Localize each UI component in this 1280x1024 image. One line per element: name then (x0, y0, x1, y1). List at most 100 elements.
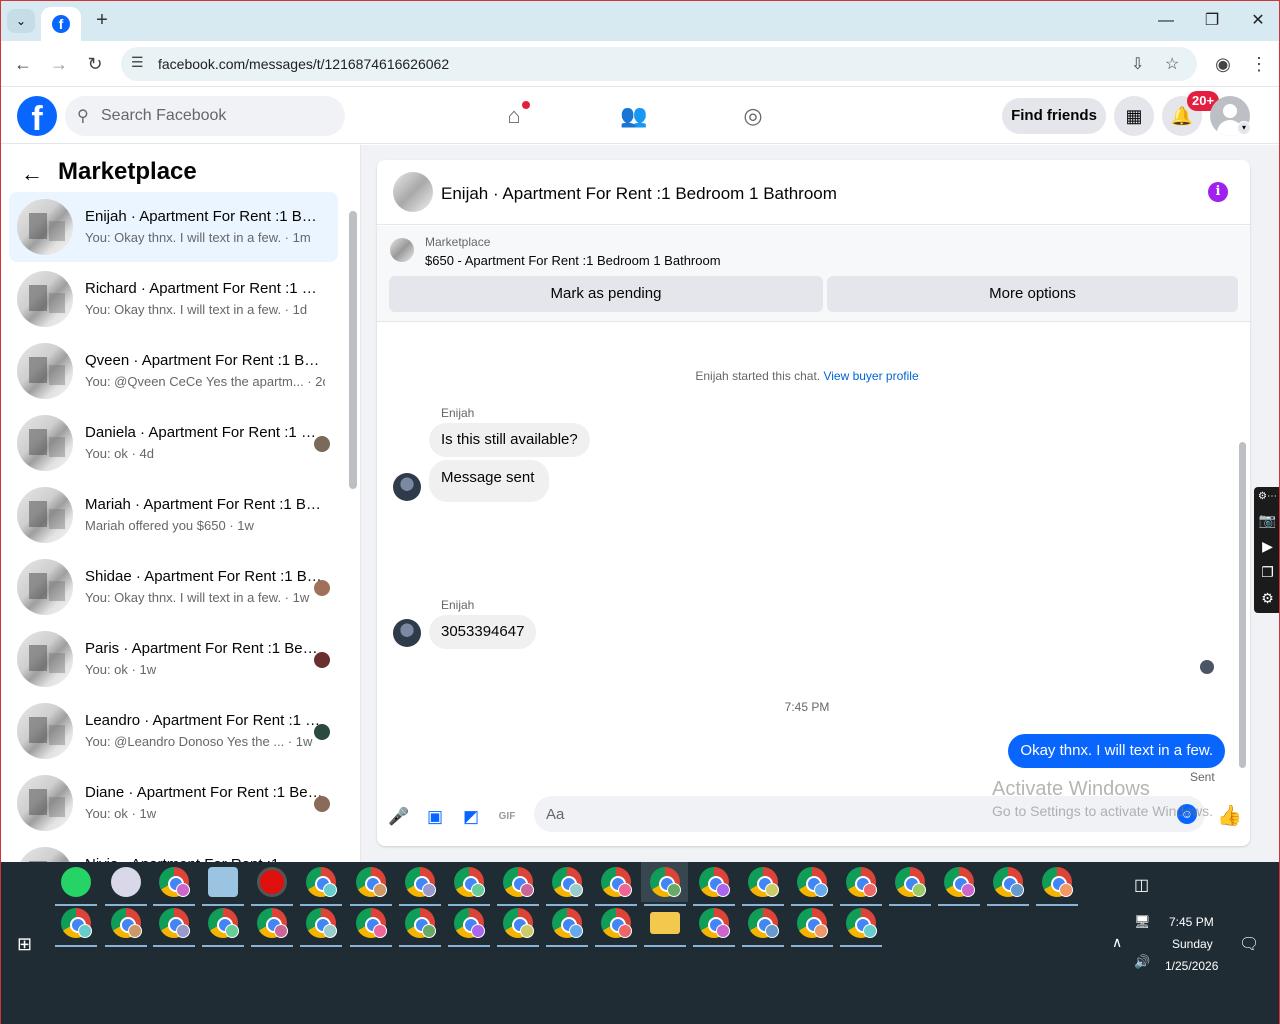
network-icon[interactable]: 🖥 (1134, 914, 1151, 930)
microphone-icon[interactable]: 🎤 (388, 806, 410, 828)
tray-chevron-up-icon[interactable]: ∧ (1112, 934, 1122, 951)
menu-kebab-icon[interactable]: ⋮ (1246, 51, 1272, 77)
camera-icon[interactable]: 📷 (1254, 507, 1279, 533)
tab-search-chevron-icon[interactable]: ⌄ (7, 9, 35, 33)
file-explorer-icon[interactable] (650, 912, 680, 934)
emoji-icon[interactable]: ☺ (1177, 804, 1197, 824)
chrome-taskbar-icon[interactable] (552, 867, 583, 897)
view-buyer-profile-link[interactable]: View buyer profile (823, 369, 918, 383)
chrome-taskbar-icon[interactable] (208, 908, 239, 938)
capture-settings-small-icon[interactable]: ⚙⋯ (1254, 487, 1279, 507)
chrome-taskbar-icon[interactable] (306, 867, 337, 897)
message-bubble[interactable]: Is this still available? (429, 423, 590, 457)
groups-icon[interactable]: ◎ (737, 100, 769, 132)
chrome-taskbar-icon[interactable] (306, 908, 337, 938)
sticker-icon[interactable]: ◩ (460, 806, 482, 828)
restore-button[interactable]: ❐ (1189, 7, 1235, 35)
whatsapp-icon[interactable] (61, 867, 91, 897)
facebook-logo-icon[interactable]: f (17, 96, 57, 136)
message-input[interactable]: Aa ☺ (534, 796, 1205, 832)
conversation-item[interactable]: Enijah · Apartment For Rent :1 Bedroom 1… (9, 192, 338, 262)
chrome-taskbar-icon[interactable] (356, 867, 387, 897)
forward-icon[interactable]: → (46, 51, 72, 77)
find-friends-button[interactable]: Find friends (1002, 98, 1106, 134)
minimize-button[interactable]: — (1143, 7, 1189, 35)
friends-icon[interactable]: 👥 (618, 100, 650, 132)
conversation-item[interactable]: Richard · Apartment For Rent :1 Bedroom … (9, 264, 338, 334)
chrome-taskbar-icon[interactable] (895, 867, 926, 897)
conversation-item[interactable]: Nivia · Apartment For Rent :1 (9, 840, 338, 862)
menu-grid-icon[interactable]: ▦ (1114, 96, 1154, 136)
site-info-icon[interactable]: ☰ (131, 54, 144, 71)
conversation-item[interactable]: Mariah · Apartment For Rent :1 Bedroom 1… (9, 480, 338, 550)
search-input[interactable]: ⚲ Search Facebook (65, 96, 345, 136)
conversation-item[interactable]: Paris · Apartment For Rent :1 Bedroom 1 … (9, 624, 338, 694)
volume-icon[interactable]: 🔊 (1134, 954, 1150, 970)
more-options-button[interactable]: More options (827, 276, 1238, 312)
chrome-taskbar-icon[interactable] (699, 908, 730, 938)
close-window-button[interactable]: ✕ (1235, 7, 1279, 35)
chrome-taskbar-icon[interactable] (405, 867, 436, 897)
info-icon[interactable]: i (1208, 182, 1228, 202)
conversation-item[interactable]: Shidae · Apartment For Rent :1 Bedroom 1… (9, 552, 338, 622)
chat-title[interactable]: Enijah · Apartment For Rent :1 Bedroom 1… (441, 184, 837, 204)
gear-icon[interactable]: ⚙ (1254, 585, 1279, 611)
chrome-taskbar-icon[interactable] (1042, 867, 1073, 897)
chrome-taskbar-icon[interactable] (993, 867, 1024, 897)
tab-facebook[interactable]: f (41, 7, 81, 41)
chat-scrollbar[interactable] (1239, 442, 1246, 768)
conversation-item[interactable]: Diane · Apartment For Rent :1 Bedroom 1 … (9, 768, 338, 838)
chrome-taskbar-icon[interactable] (699, 867, 730, 897)
chrome-taskbar-icon[interactable] (944, 867, 975, 897)
chevron-down-icon[interactable]: ▾ (1237, 121, 1251, 135)
tray-date[interactable]: 1/25/2026 (1165, 959, 1218, 973)
url-text[interactable]: facebook.com/messages/t/1216874616626062 (158, 56, 449, 72)
back-icon[interactable]: ← (10, 51, 36, 77)
record-icon[interactable] (257, 867, 287, 897)
window-icon[interactable]: ❐ (1254, 559, 1279, 585)
chrome-taskbar-icon[interactable] (601, 908, 632, 938)
chrome-taskbar-icon[interactable] (846, 867, 877, 897)
chrome-taskbar-icon[interactable] (111, 908, 142, 938)
message-bubble[interactable]: 3053394647 (429, 615, 537, 649)
thumbs-up-icon[interactable]: 👍 (1217, 803, 1242, 828)
chrome-taskbar-icon[interactable] (503, 908, 534, 938)
conversation-item[interactable]: Qveen · Apartment For Rent :1 Bedroom 1 … (9, 336, 338, 406)
sidebar-scrollbar[interactable] (349, 211, 357, 489)
video-icon[interactable]: ▶ (1254, 533, 1279, 559)
chrome-taskbar-icon[interactable] (601, 867, 632, 897)
chrome-taskbar-icon[interactable] (405, 908, 436, 938)
install-app-icon[interactable]: ⇩ (1131, 54, 1144, 74)
chrome-taskbar-icon[interactable] (454, 867, 485, 897)
chrome-taskbar-icon[interactable] (797, 908, 828, 938)
chrome-taskbar-icon[interactable] (61, 908, 92, 938)
photo-icon[interactable]: ▣ (424, 806, 446, 828)
tray-meet-icon[interactable]: ◫ (1134, 875, 1149, 895)
chrome-taskbar-icon[interactable] (503, 867, 534, 897)
windows-start-icon[interactable]: ⊞ (17, 934, 32, 955)
chrome-taskbar-icon[interactable] (159, 867, 190, 897)
chrome-taskbar-icon[interactable] (454, 908, 485, 938)
chrome-taskbar-icon[interactable] (356, 908, 387, 938)
chrome-taskbar-icon[interactable] (797, 867, 828, 897)
my-message-bubble[interactable]: Okay thnx. I will text in a few. (1008, 734, 1225, 768)
conversation-item[interactable]: Leandro · Apartment For Rent :1 Bedroom … (9, 696, 338, 766)
tray-day[interactable]: Sunday (1172, 937, 1213, 951)
chrome-taskbar-icon[interactable] (748, 908, 779, 938)
gif-icon[interactable]: GIF (496, 806, 518, 828)
paint-app-icon[interactable] (111, 867, 141, 897)
mark-as-pending-button[interactable]: Mark as pending (389, 276, 823, 312)
chrome-taskbar-icon[interactable] (159, 908, 190, 938)
back-arrow-icon[interactable]: ← (21, 161, 43, 187)
buyer-avatar[interactable] (393, 619, 421, 647)
chrome-taskbar-icon[interactable] (748, 867, 779, 897)
conversation-item[interactable]: Daniela · Apartment For Rent :1 Bedroom … (9, 408, 338, 478)
listing-thumbnail[interactable] (390, 238, 414, 262)
reload-icon[interactable]: ↻ (82, 51, 108, 77)
listing-title[interactable]: $650 - Apartment For Rent :1 Bedroom 1 B… (425, 253, 721, 268)
chrome-taskbar-icon[interactable] (846, 908, 877, 938)
tray-time[interactable]: 7:45 PM (1169, 915, 1214, 929)
address-bar[interactable]: ☰ facebook.com/messages/t/12168746166260… (121, 47, 1197, 81)
bookmark-star-icon[interactable]: ☆ (1165, 54, 1179, 74)
chrome-taskbar-icon[interactable] (650, 867, 681, 897)
